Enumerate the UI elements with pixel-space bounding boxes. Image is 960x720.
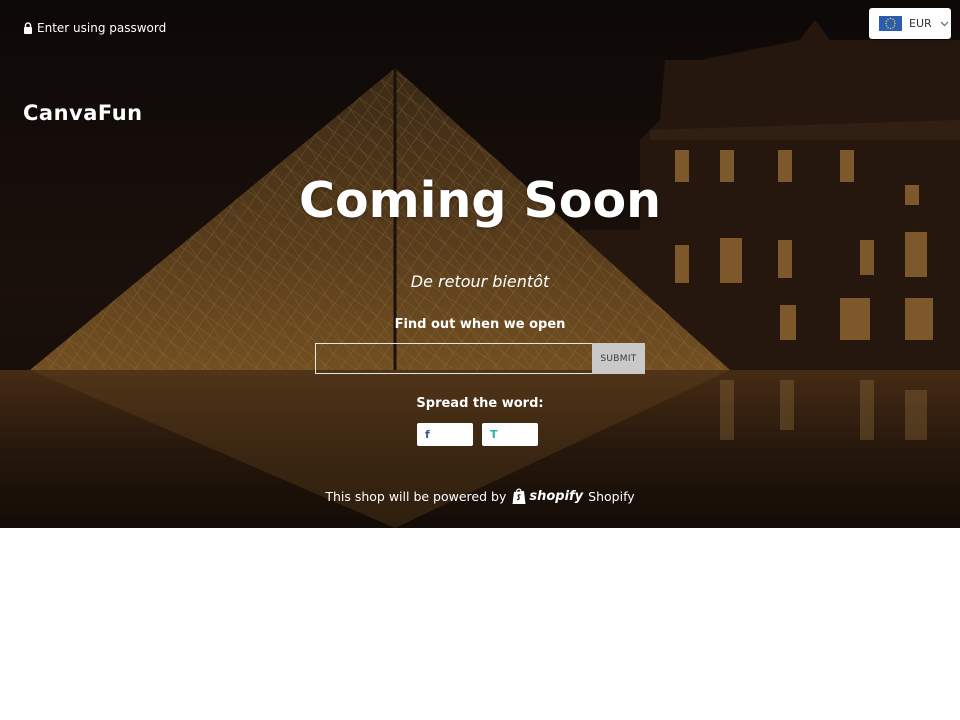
eu-flag-icon <box>879 16 902 31</box>
share-label: Spread the word: <box>416 396 544 411</box>
twitter-icon: T <box>490 428 498 441</box>
shopify-link[interactable]: shopify <box>511 487 583 505</box>
shopify-wordmark: shopify <box>529 488 584 504</box>
signup-label: Find out when we open <box>394 317 566 332</box>
shopify-text: Shopify <box>588 488 635 504</box>
facebook-icon: f <box>425 428 430 441</box>
store-logo[interactable]: CanvaFun <box>23 101 143 125</box>
currency-selector[interactable]: EUR <box>869 8 951 39</box>
submit-button[interactable]: SUBMIT <box>592 343 645 374</box>
page-blank-area <box>0 528 960 720</box>
hero-section: Enter using password EUR CanvaFun Coming… <box>0 0 960 528</box>
facebook-share-button[interactable]: f <box>417 423 473 446</box>
powered-text: This shop will be powered by <box>325 488 507 504</box>
powered-by: This shop will be powered by shopify Sho… <box>0 487 960 505</box>
page-title: Coming Soon <box>299 172 661 229</box>
shopify-bag-icon <box>512 488 526 504</box>
enter-password-link[interactable]: Enter using password <box>23 21 166 35</box>
login-link-label: Enter using password <box>37 21 167 35</box>
signup-form: SUBMIT <box>315 343 645 374</box>
background-image <box>0 0 960 528</box>
email-input[interactable] <box>315 343 592 374</box>
chevron-down-icon <box>940 21 949 26</box>
currency-label: EUR <box>909 17 932 30</box>
store-message: De retour bientôt <box>410 272 550 291</box>
twitter-share-button[interactable]: T <box>482 423 538 446</box>
lock-icon <box>24 22 32 34</box>
